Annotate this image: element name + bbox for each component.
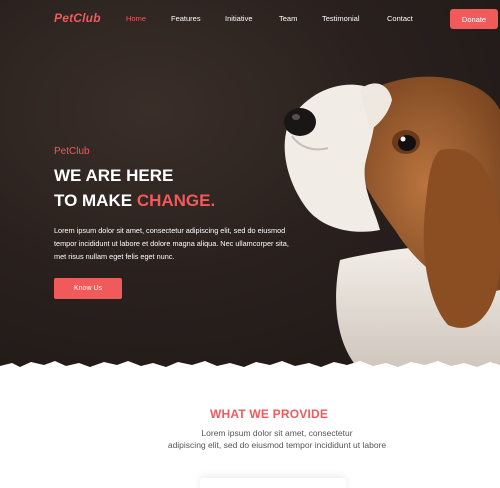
hero-kicker: PetClub [54,146,90,157]
services-title: WHAT WE PROVIDE [209,407,329,421]
hero-section: PetClub Home Features Initiative Team Te… [0,0,500,368]
dog-photo [284,76,500,368]
services-subtitle-line: Lorem ipsum dolor sit amet, consectetur [201,428,353,438]
hero-headline: WE ARE HERE TO MAKE CHANGE. [54,163,215,213]
service-card [200,478,346,488]
hero-description-line: Lorem ipsum dolor sit amet, consectetur … [54,226,286,235]
headline-line-2: TO MAKE CHANGE. [54,188,215,213]
top-navbar: PetClub Home Features Initiative Team Te… [0,0,500,38]
torn-paper-divider [0,361,500,368]
services-subtitle-line: adipiscing elit, sed do eiusmod tempor i… [167,440,387,450]
services-subtitle: Lorem ipsum dolor sit amet, consectetur … [0,427,500,451]
site-logo[interactable]: PetClub [54,11,101,25]
headline-accent-word: CHANGE. [136,191,216,210]
hero-description: Lorem ipsum dolor sit amet, consectetur … [54,224,314,263]
nav-item-contact[interactable]: Contact [387,14,413,23]
headline-line-2-prefix: TO MAKE [54,191,137,210]
hero-description-line: tempor incididunt ut labore et dolore ma… [54,239,289,248]
nav-item-testimonial[interactable]: Testimonial [322,14,360,23]
nav-item-team[interactable]: Team [279,14,297,23]
nav-item-initiative[interactable]: Initiative [225,14,253,23]
headline-line-1: WE ARE HERE [54,166,174,185]
donate-button[interactable]: Donate [450,9,498,29]
nav-item-features[interactable]: Features [171,14,201,23]
hero-description-line: met risus nullam eget felis eget nunc. [54,252,175,261]
nav-item-home[interactable]: Home [126,14,146,23]
know-us-button[interactable]: Know Us [54,278,122,299]
